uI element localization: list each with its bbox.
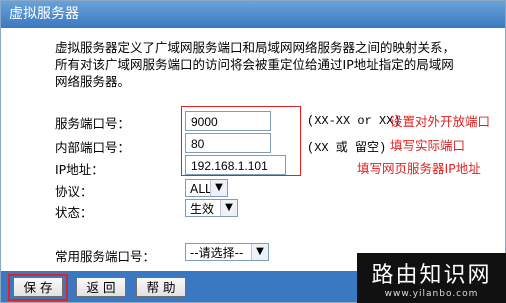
service-port-hint: (XX-XX or XX) xyxy=(307,114,401,128)
service-port-input[interactable]: 9000 xyxy=(185,111,271,131)
chevron-down-icon: ▼ xyxy=(251,244,268,260)
chevron-down-icon: ▼ xyxy=(210,180,227,196)
common-port-select[interactable]: --请选择-- ▼ xyxy=(185,243,269,261)
help-button[interactable]: 帮 助 xyxy=(136,277,186,297)
protocol-select[interactable]: ALL ▼ xyxy=(185,179,228,197)
window-title: 虚拟服务器 xyxy=(9,6,79,22)
status-label: 状态： xyxy=(55,205,93,220)
watermark-logo: 路由知识网 www.yilanbo.com xyxy=(357,253,506,303)
status-select[interactable]: 生效 ▼ xyxy=(185,199,238,217)
watermark-url: www.yilanbo.com xyxy=(384,289,479,299)
description-line-2: 所有对该广域网服务端口的访问将会被重定位给通过IP地址指定的局域网 xyxy=(55,57,454,72)
service-port-annotation: 设置对外开放端口 xyxy=(390,114,491,129)
ip-address-input[interactable]: 192.168.1.101 xyxy=(185,155,286,175)
ip-address-label: IP地址： xyxy=(55,162,104,177)
description-line-1: 虚拟服务器定义了广域网服务端口和局域网网络服务器之间的映射关系， xyxy=(55,40,456,55)
ip-address-annotation: 填写网页服务器IP地址 xyxy=(357,161,481,176)
service-port-label: 服务端口号： xyxy=(55,116,131,131)
internal-port-annotation: 填写实际端口 xyxy=(390,138,466,153)
watermark-name: 路由知识网 xyxy=(371,263,492,288)
protocol-label: 协议： xyxy=(55,184,93,199)
chevron-down-icon: ▼ xyxy=(220,200,237,216)
back-button[interactable]: 返 回 xyxy=(76,277,126,297)
internal-port-input[interactable]: 80 xyxy=(185,133,271,153)
save-button[interactable]: 保 存 xyxy=(13,277,63,297)
common-port-value: --请选择-- xyxy=(190,246,244,260)
title-bar: 虚拟服务器 xyxy=(1,1,505,28)
internal-port-hint: (XX 或 留空) xyxy=(307,141,387,155)
protocol-value: ALL xyxy=(190,182,212,196)
internal-port-label: 内部端口号： xyxy=(55,140,131,155)
description: 虚拟服务器定义了广域网服务端口和局域网网络服务器之间的映射关系， 所有对该广域网… xyxy=(55,39,455,90)
common-port-label: 常用服务端口号： xyxy=(55,249,156,264)
status-value: 生效 xyxy=(190,202,215,216)
description-line-3: 网络服务器。 xyxy=(55,74,131,89)
